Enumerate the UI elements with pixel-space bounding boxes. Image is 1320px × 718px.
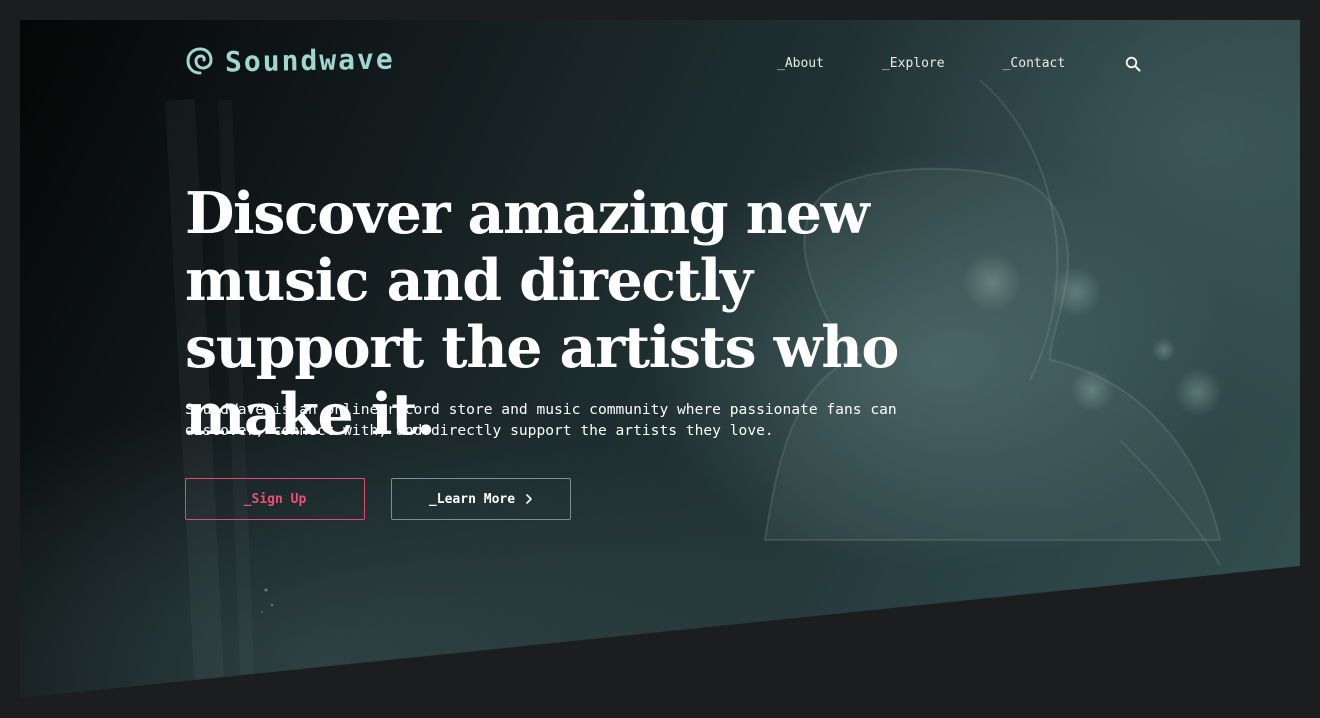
sign-up-label: _Sign Up <box>243 491 307 507</box>
search-button[interactable] <box>1123 54 1143 74</box>
main-nav: _About _Explore _Contact <box>777 54 1143 74</box>
brand-logo[interactable]: Soundwave <box>185 42 395 79</box>
nav-link-explore[interactable]: _Explore <box>882 55 945 73</box>
hero-section: Soundwave _About _Explore _Contact Disco… <box>20 20 1300 698</box>
learn-more-button[interactable]: _Learn More <box>391 478 571 520</box>
spiral-icon <box>186 47 213 75</box>
page-frame: Soundwave _About _Explore _Contact Disco… <box>20 20 1300 698</box>
nav-link-contact[interactable]: _Contact <box>1003 55 1066 73</box>
nav-link-about[interactable]: _About <box>777 55 824 73</box>
site-header: Soundwave _About _Explore _Contact <box>20 20 1300 110</box>
sign-up-button[interactable]: _Sign Up <box>185 478 365 520</box>
learn-more-label: _Learn More <box>428 491 516 507</box>
hero-description: SoundWave is an online record store and … <box>185 401 897 439</box>
chevron-right-icon <box>526 494 532 504</box>
search-icon <box>1126 56 1141 72</box>
brand-name: Soundwave <box>224 42 395 79</box>
